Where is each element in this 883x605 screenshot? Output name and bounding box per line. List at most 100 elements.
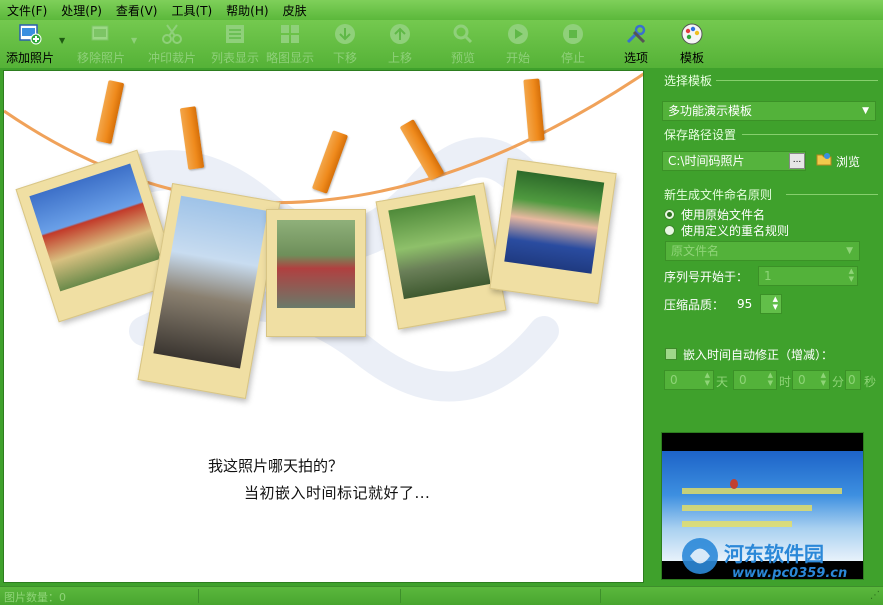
add-photo-button[interactable]: 添加照片 — [4, 20, 56, 68]
photo-canvas[interactable]: 我这照片哪天拍的？ 当初嵌入时间标记就好了... — [3, 70, 644, 583]
spinner-arrows-icon[interactable]: ▲ ▼ — [849, 267, 854, 283]
spinner-arrows-icon[interactable]: ▲ ▼ — [705, 371, 710, 387]
add-photo-dropdown-icon[interactable]: ▼ — [59, 36, 65, 45]
move-down-button[interactable]: 下移 — [328, 20, 362, 68]
photo-image — [29, 163, 162, 292]
remove-photo-dropdown-icon[interactable]: ▼ — [131, 36, 137, 45]
naming-rule-select[interactable]: 原文件名 ▼ — [665, 241, 860, 261]
options-label: 选项 — [623, 51, 648, 65]
auto-correct-label: 嵌入时间自动修正（增减）： — [683, 348, 834, 362]
thumb-view-button[interactable]: 略图显示 — [263, 20, 317, 68]
caption-line-2: 当初嵌入时间标记就好了... — [244, 484, 431, 502]
tools-icon — [624, 22, 648, 46]
move-down-label: 下移 — [332, 51, 357, 65]
quality-label: 压缩品质： — [664, 298, 725, 312]
radio-original-label: 使用原始文件名 — [681, 208, 766, 222]
spinner-arrows-icon[interactable]: ▲ ▼ — [821, 371, 826, 387]
browse-folder-icon[interactable] — [816, 151, 832, 167]
menu-bar: 文件(F) 处理(P) 查看(V) 工具(T) 帮助(H) 皮肤 — [0, 0, 883, 20]
caption-line-1: 我这照片哪天拍的？ — [208, 457, 344, 475]
balloon-icon — [730, 479, 738, 489]
move-up-label: 上移 — [387, 51, 412, 65]
list-view-button[interactable]: 列表显示 — [208, 20, 262, 68]
menu-help[interactable]: 帮助(H) — [219, 2, 275, 19]
minutes-value: 0 — [798, 373, 806, 387]
magnifier-icon — [451, 22, 475, 46]
seconds-spinner[interactable]: 0 — [845, 370, 861, 390]
sequence-spinner[interactable]: 1 ▲ ▼ — [758, 266, 858, 286]
remove-photo-icon — [89, 22, 113, 46]
menu-file[interactable]: 文件(F) — [0, 2, 54, 19]
menu-skin[interactable]: 皮肤 — [276, 2, 314, 19]
list-view-icon — [223, 22, 247, 46]
auto-correct-checkbox[interactable] — [665, 348, 677, 360]
options-button[interactable]: 选项 — [618, 20, 654, 68]
save-path-input[interactable]: C:\时间码照片 — [662, 151, 806, 171]
status-divider — [400, 589, 401, 603]
preview-text-line — [682, 488, 842, 494]
stop-button[interactable]: 停止 — [556, 20, 590, 68]
preview-label: 预览 — [450, 51, 475, 65]
preview-text-line — [682, 521, 792, 527]
print-crop-label: 冲印裁片 — [147, 51, 196, 65]
divider — [716, 80, 878, 81]
template-select-value: 多功能演示模板 — [668, 104, 753, 118]
seconds-unit: 秒 — [864, 375, 877, 389]
template-select[interactable]: 多功能演示模板 ▼ — [662, 101, 876, 121]
menu-view[interactable]: 查看(V) — [109, 2, 165, 19]
status-divider — [600, 589, 601, 603]
status-bar: 图片数量：0 ⋰ — [0, 586, 883, 605]
preview-button[interactable]: 预览 — [446, 20, 480, 68]
spinner-arrows-icon[interactable]: ▲ ▼ — [773, 295, 778, 311]
minutes-spinner[interactable]: 0 ▲ ▼ — [792, 370, 830, 390]
radio-button[interactable] — [664, 209, 675, 220]
resize-grip-icon[interactable]: ⋰ — [870, 590, 880, 601]
template-button[interactable]: 模板 — [674, 20, 710, 68]
print-crop-button[interactable]: 冲印裁片 — [145, 20, 199, 68]
hours-value: 0 — [739, 373, 747, 387]
toolbar: 添加照片 ▼ 移除照片 ▼ 冲印裁片 列表显示 略图显示 下移 上移 预览 开始… — [0, 20, 883, 68]
quality-spinner[interactable]: 95 ▲ ▼ — [737, 294, 782, 314]
divider — [786, 194, 878, 195]
path-picker-button[interactable]: ... — [789, 153, 805, 169]
minutes-unit: 分 — [832, 375, 845, 389]
save-path-value: C:\时间码照片 — [668, 154, 745, 168]
start-label: 开始 — [505, 51, 530, 65]
sequence-value: 1 — [764, 269, 772, 283]
menu-tools[interactable]: 工具(T) — [164, 2, 219, 19]
remove-photo-button[interactable]: 移除照片 — [74, 20, 128, 68]
photo-card[interactable] — [489, 157, 617, 305]
menu-process[interactable]: 处理(P) — [54, 2, 109, 19]
palette-icon — [680, 22, 704, 46]
photo-image — [388, 195, 491, 300]
add-photo-icon — [18, 22, 42, 46]
remove-photo-label: 移除照片 — [76, 51, 125, 65]
seconds-value: 0 — [848, 373, 856, 387]
spinner-arrows-icon[interactable]: ▲ ▼ — [768, 371, 773, 387]
photo-count-text: 图片数量：0 — [4, 591, 66, 604]
start-button[interactable]: 开始 — [501, 20, 535, 68]
sequence-label: 序列号开始于： — [664, 270, 749, 284]
chevron-down-icon: ▼ — [862, 106, 869, 116]
add-photo-label: 添加照片 — [5, 51, 54, 65]
move-up-button[interactable]: 上移 — [383, 20, 417, 68]
photo-image — [504, 170, 605, 274]
stop-label: 停止 — [560, 51, 585, 65]
save-path-group-title: 保存路径设置 — [664, 128, 737, 142]
radio-custom-rule[interactable]: 使用定义的重名规则 — [664, 222, 789, 239]
radio-button[interactable] — [664, 225, 675, 236]
photo-card[interactable] — [375, 182, 507, 330]
days-unit: 天 — [716, 375, 729, 389]
chevron-down-icon: ▼ — [846, 246, 853, 256]
days-spinner[interactable]: 0 ▲ ▼ — [664, 370, 714, 390]
list-view-label: 列表显示 — [210, 51, 259, 65]
radio-original-name[interactable]: 使用原始文件名 — [664, 206, 765, 223]
thumbnail-view-icon — [278, 22, 302, 46]
hours-spinner[interactable]: 0 ▲ ▼ — [733, 370, 777, 390]
photo-card[interactable] — [266, 209, 366, 337]
site-url-text: www.pc0359.cn — [732, 566, 848, 581]
hours-unit: 时 — [779, 375, 792, 389]
thumb-view-label: 略图显示 — [265, 51, 314, 65]
browse-label[interactable]: 浏览 — [836, 153, 860, 170]
photo-image — [277, 220, 355, 308]
